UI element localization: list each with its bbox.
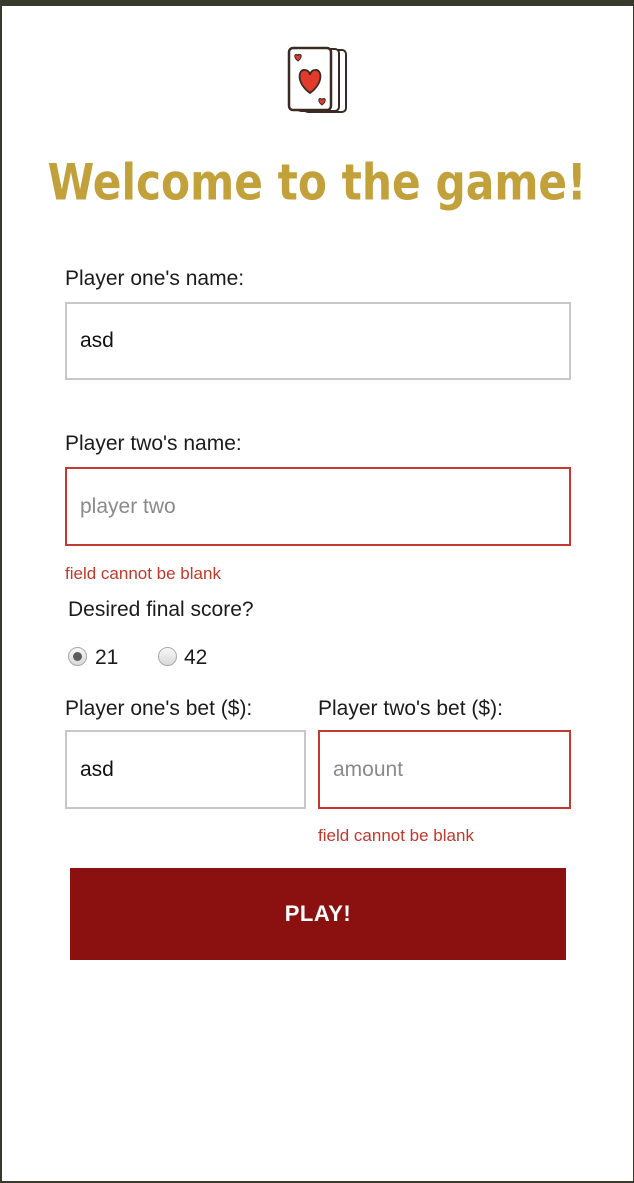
score-21-label: 21 (95, 646, 119, 669)
player-two-name-input[interactable] (65, 467, 571, 546)
player-two-name-label: Player two's name: (65, 432, 242, 455)
page-title: Welcome to the game! (47, 152, 587, 212)
score-21-radio[interactable] (68, 647, 87, 666)
player-one-bet-label: Player one's bet ($): (65, 697, 253, 720)
player-one-bet-input[interactable] (65, 730, 306, 809)
player-two-bet-error: field cannot be blank (318, 826, 474, 845)
player-two-name-error: field cannot be blank (65, 564, 221, 583)
playing-card-heart-icon (287, 46, 347, 113)
player-one-name-label: Player one's name: (65, 267, 245, 290)
player-two-bet-input[interactable] (318, 730, 571, 809)
score-42-label: 42 (184, 646, 208, 669)
score-42-radio[interactable] (158, 647, 177, 666)
player-two-bet-label: Player two's bet ($): (318, 697, 503, 720)
final-score-label: Desired final score? (68, 598, 254, 621)
play-button[interactable]: PLAY! (70, 868, 566, 960)
player-one-name-input[interactable] (65, 302, 571, 380)
